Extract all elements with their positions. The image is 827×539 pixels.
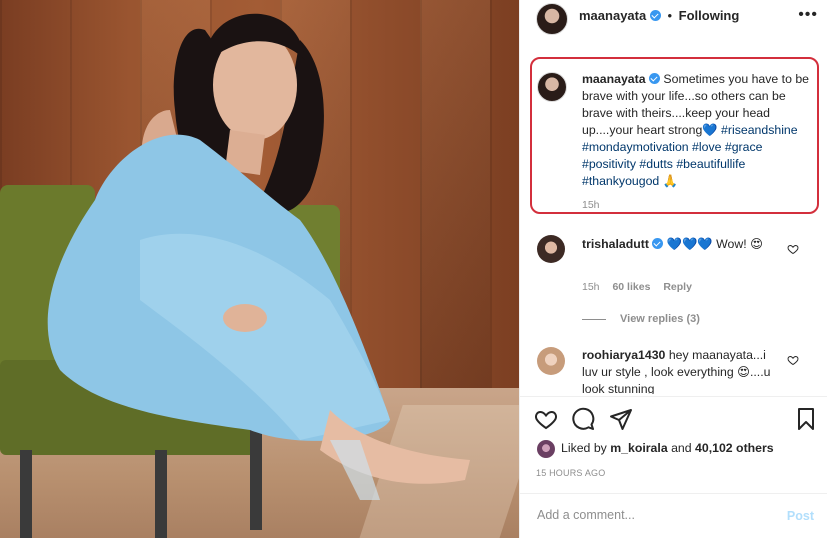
comment-meta: 15h 60 likes Reply	[582, 281, 692, 293]
following-button[interactable]: Following	[679, 8, 740, 23]
post-header: maanayata • Following •••	[520, 0, 827, 35]
likes-count-button[interactable]: 40,102 others	[695, 441, 774, 455]
view-replies-label: View replies (3)	[620, 313, 700, 325]
comment-likes-count[interactable]: 60 likes	[612, 281, 650, 293]
comment-roohiarya1430: roohiarya1430 hey maanayata...i luv ur s…	[582, 347, 782, 394]
woman-in-blue-dress-illustration	[0, 13, 470, 538]
more-options-icon[interactable]: •••	[798, 6, 818, 24]
comment-like-heart-icon[interactable]	[787, 354, 799, 366]
header-user: maanayata • Following	[579, 8, 739, 23]
replies-divider-line	[582, 318, 606, 320]
post-action-bar	[520, 396, 827, 441]
comment-username[interactable]: roohiarya1430	[582, 348, 665, 362]
folded-hands-emoji: 🙏	[662, 174, 678, 188]
comment-time[interactable]: 15h	[582, 281, 600, 293]
comment-input[interactable]	[535, 507, 759, 523]
blue-heart-emoji: 💙	[702, 123, 718, 137]
caption-timestamp[interactable]: 15h	[582, 199, 600, 211]
verified-badge-icon	[649, 10, 661, 21]
post-photo[interactable]	[0, 0, 519, 538]
comment-username[interactable]: trishaladutt	[582, 237, 649, 251]
liker-avatar[interactable]	[537, 440, 555, 458]
separator-dot: •	[667, 8, 673, 23]
reply-button[interactable]: Reply	[663, 281, 692, 293]
comment-like-heart-icon[interactable]	[787, 243, 799, 255]
add-comment-bar: Post	[520, 493, 827, 539]
comment-text: 💙💙💙 Wow! 😍	[666, 237, 763, 251]
post-timestamp[interactable]: 15 HOURS AGO	[536, 468, 605, 478]
caption-avatar[interactable]	[537, 72, 567, 102]
share-paper-plane-icon[interactable]	[609, 407, 633, 431]
comment-bubble-icon[interactable]	[571, 407, 595, 431]
post-comment-button[interactable]: Post	[787, 509, 814, 523]
view-replies-button[interactable]: View replies (3)	[582, 313, 700, 325]
post-caption: maanayata Sometimes you have to be brave…	[582, 71, 814, 190]
likes-prefix: Liked by	[561, 441, 607, 455]
liker-username[interactable]: m_koirala	[610, 441, 667, 455]
instagram-post-view: maanayata • Following ••• maanayata Some…	[0, 0, 827, 538]
likes-middle: and	[671, 441, 692, 455]
like-heart-icon[interactable]	[534, 407, 558, 431]
verified-badge-icon	[652, 238, 664, 249]
avatar[interactable]	[536, 3, 568, 35]
comment-trishaladutt: trishaladutt 💙💙💙 Wow! 😍	[582, 236, 782, 253]
likes-summary: Liked by m_koirala and 40,102 others	[561, 441, 774, 455]
save-bookmark-icon[interactable]	[794, 407, 818, 431]
verified-badge-icon	[649, 73, 660, 84]
comment-avatar[interactable]	[537, 347, 565, 375]
header-username[interactable]: maanayata	[579, 8, 646, 23]
post-side-panel: maanayata • Following ••• maanayata Some…	[519, 0, 827, 538]
caption-username[interactable]: maanayata	[582, 72, 646, 86]
comment-avatar[interactable]	[537, 235, 565, 263]
